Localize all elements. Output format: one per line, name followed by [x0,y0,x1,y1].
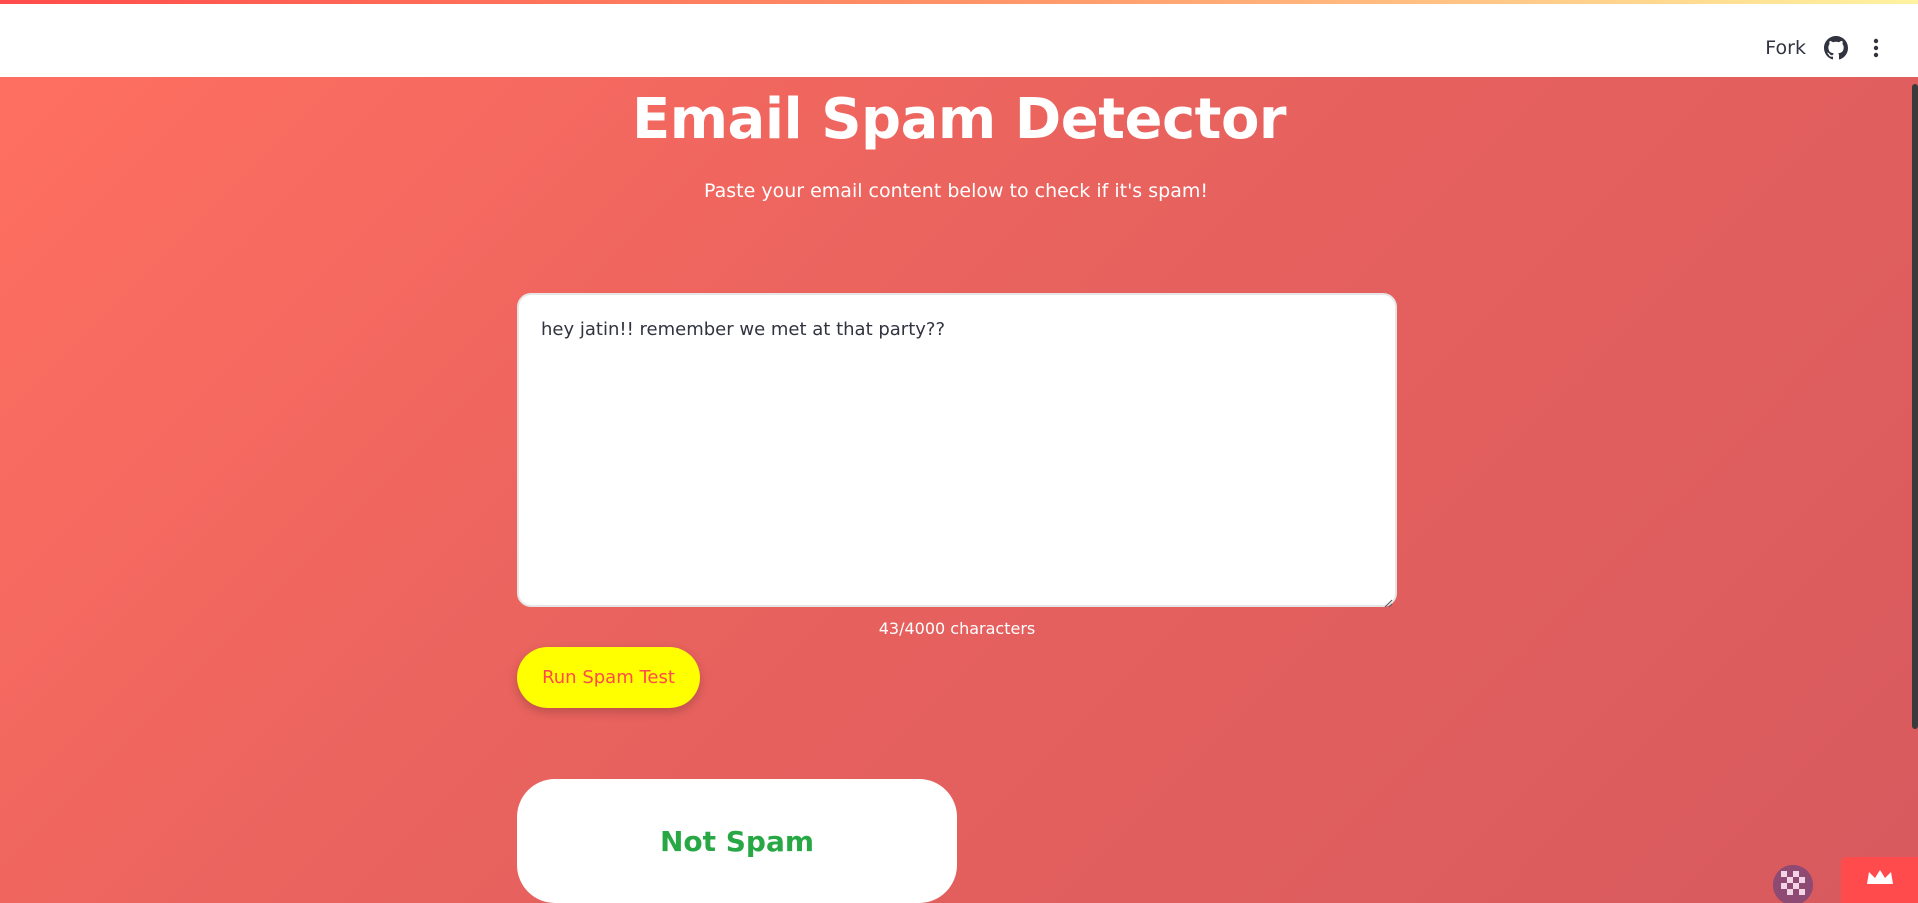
header-actions: Fork [1765,32,1886,64]
page-title: Email Spam Detector [631,87,1287,152]
result-card: Not Spam [517,779,957,903]
app-header: Fork [0,4,1918,77]
resize-handle-icon[interactable] [1383,593,1393,608]
run-spam-test-button[interactable]: Run Spam Test [517,647,700,708]
streamlit-badge[interactable] [1841,857,1918,903]
user-avatar-icon[interactable] [1773,865,1813,903]
main-content: Email Spam Detector Paste your email con… [0,77,1918,903]
email-content-input[interactable] [517,293,1397,607]
kebab-menu-icon[interactable] [1866,36,1886,60]
crown-icon [1865,868,1895,892]
result-label: Not Spam [659,824,815,858]
github-icon[interactable] [1824,36,1848,60]
fork-button[interactable]: Fork [1765,37,1806,59]
character-count: 43/4000 characters [878,619,1036,638]
scrollbar[interactable] [1912,84,1918,729]
page-subtitle: Paste your email content below to check … [704,180,1208,202]
